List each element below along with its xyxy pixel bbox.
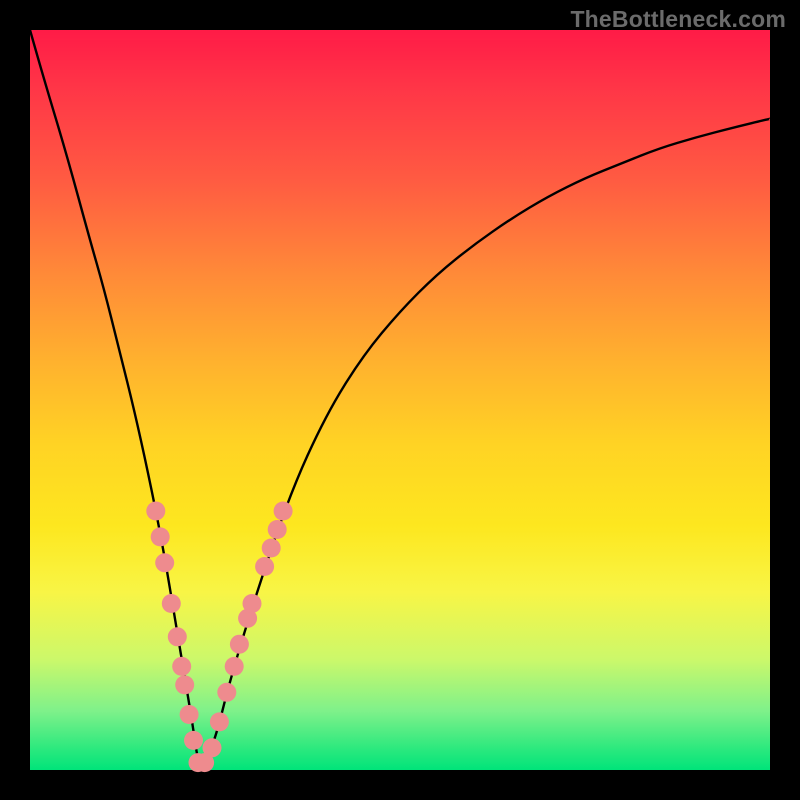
chart-canvas: TheBottleneck.com (0, 0, 800, 800)
curve-marker (210, 712, 229, 731)
curve-marker (262, 539, 281, 558)
curve-marker (274, 502, 293, 521)
curve-marker (255, 557, 274, 576)
curve-marker (180, 705, 199, 724)
curve-marker (203, 738, 222, 757)
curve-marker (243, 594, 262, 613)
plot-area (30, 30, 770, 770)
curve-marker (225, 657, 244, 676)
curve-marker (175, 675, 194, 694)
curve-marker (217, 683, 236, 702)
curve-marker (172, 657, 191, 676)
curve-marker (151, 527, 170, 546)
curve-marker (230, 635, 249, 654)
bottleneck-curve (30, 30, 770, 770)
curve-marker (146, 502, 165, 521)
curve-marker (268, 520, 287, 539)
curve-marker (162, 594, 181, 613)
curve-marker (168, 627, 187, 646)
curve-marker (184, 731, 203, 750)
curve-marker (155, 553, 174, 572)
watermark-text: TheBottleneck.com (570, 6, 786, 33)
